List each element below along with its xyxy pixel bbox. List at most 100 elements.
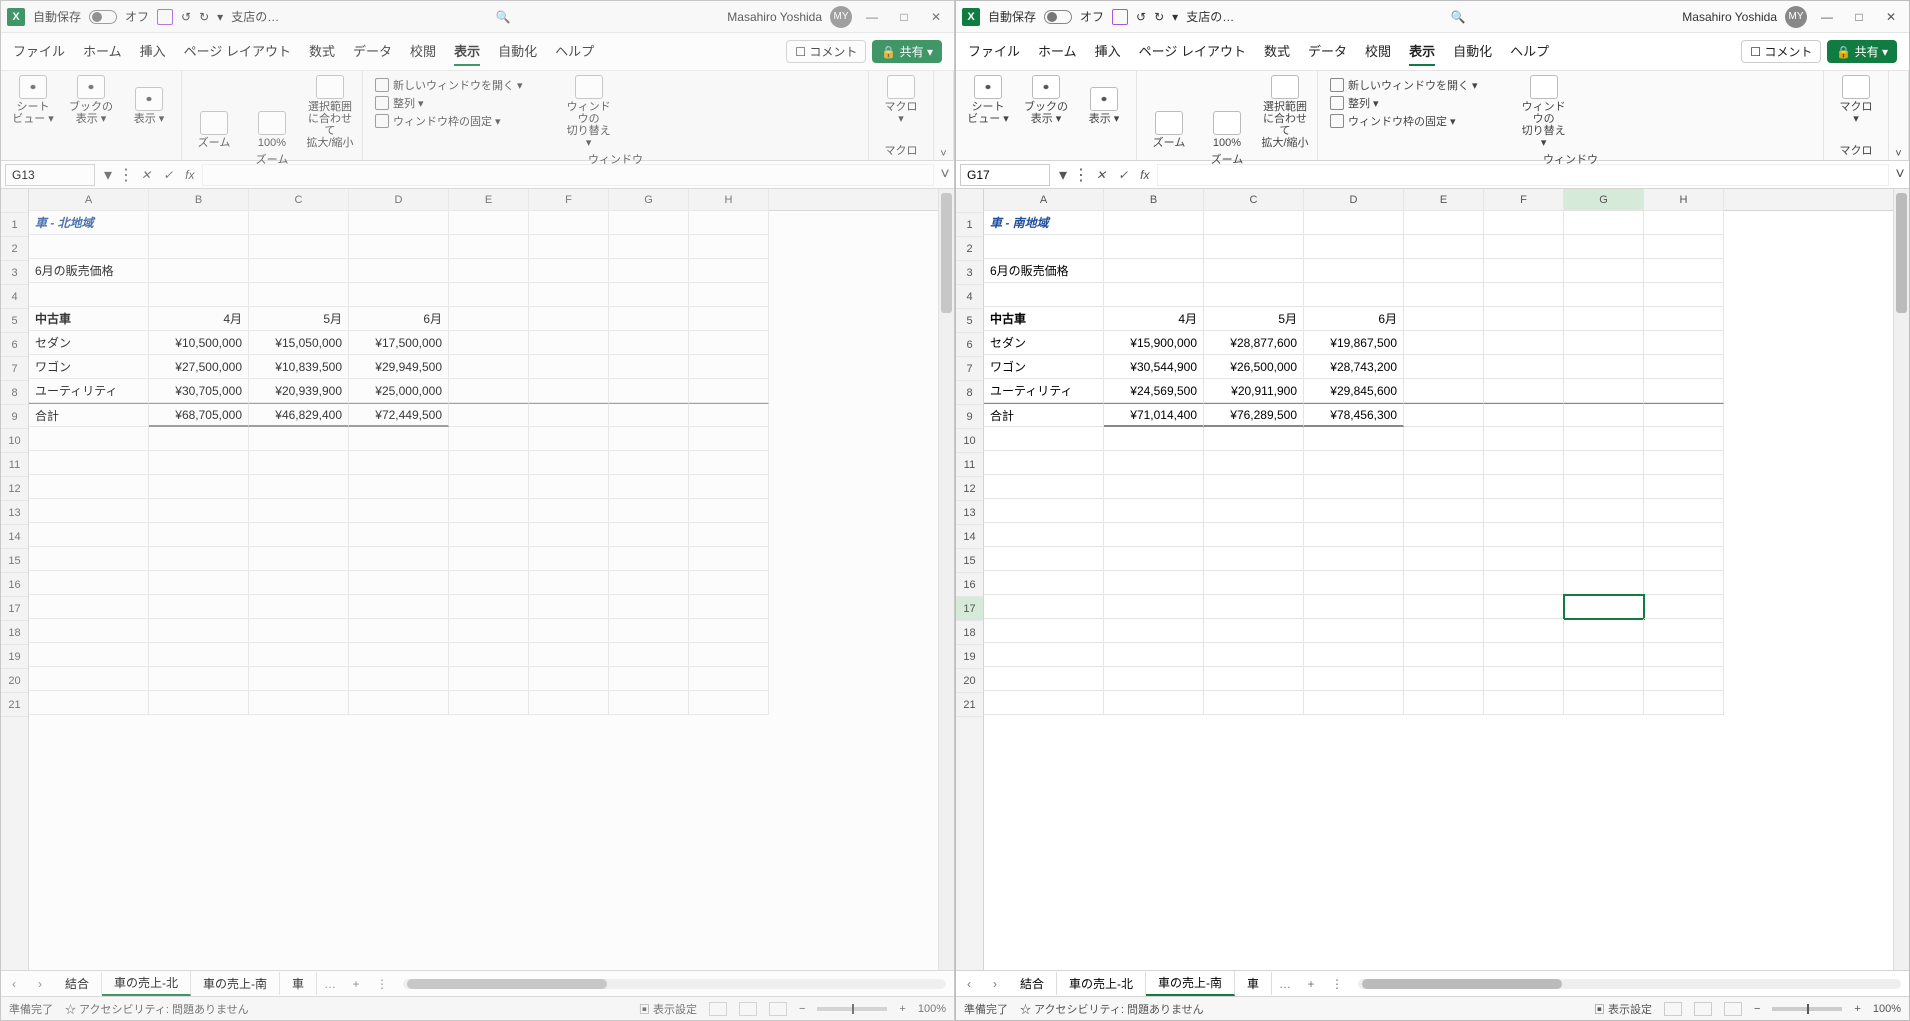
cell[interactable] (1404, 619, 1484, 643)
cell[interactable] (149, 211, 249, 235)
cell[interactable] (689, 523, 769, 547)
name-dropdown[interactable]: ▾ (1054, 165, 1072, 185)
cell[interactable] (1564, 211, 1644, 235)
cell[interactable] (1484, 547, 1564, 571)
row-header[interactable]: 10 (1, 429, 28, 453)
sheet-tab[interactable]: 車の売上-南 (191, 972, 280, 995)
cell[interactable] (1644, 667, 1724, 691)
cell[interactable] (349, 211, 449, 235)
cell[interactable]: ¥29,845,600 (1304, 379, 1404, 403)
cell[interactable] (449, 451, 529, 475)
cell[interactable]: ¥19,867,500 (1304, 331, 1404, 355)
row-header[interactable]: 18 (1, 621, 28, 645)
ribbon-collapse[interactable]: ˅ (1889, 71, 1909, 160)
cell[interactable] (1304, 259, 1404, 283)
col-header[interactable]: H (1644, 189, 1724, 211)
ribbon-tab[interactable]: 表示 (1409, 37, 1435, 66)
view-normal-icon[interactable] (709, 1002, 727, 1016)
avatar[interactable]: MY (830, 6, 852, 28)
cell[interactable] (1204, 475, 1304, 499)
col-header[interactable]: A (29, 189, 149, 211)
cell[interactable] (1304, 619, 1404, 643)
cell[interactable] (609, 643, 689, 667)
cell[interactable] (349, 235, 449, 259)
display-settings[interactable]: ▣ 表示設定 (639, 1001, 697, 1017)
cell[interactable] (29, 619, 149, 643)
zoom-slider[interactable] (1772, 1007, 1842, 1011)
cell[interactable] (29, 451, 149, 475)
name-box[interactable]: G13 (5, 164, 95, 186)
cell[interactable] (1644, 523, 1724, 547)
cell[interactable] (689, 235, 769, 259)
cell[interactable] (149, 451, 249, 475)
sheet-prev[interactable]: ‹ (1, 977, 27, 991)
formula-expand[interactable]: ˅ (1891, 166, 1909, 184)
cell[interactable] (1564, 475, 1644, 499)
cell[interactable] (609, 595, 689, 619)
vertical-scrollbar[interactable] (938, 189, 954, 970)
doc-title[interactable]: 支店の… (231, 8, 279, 25)
row-header[interactable]: 11 (956, 453, 983, 477)
cell[interactable] (449, 211, 529, 235)
cell[interactable] (689, 643, 769, 667)
cell[interactable] (609, 259, 689, 283)
comment-button[interactable]: ☐ コメント (1741, 40, 1821, 63)
cell[interactable]: 6月 (1304, 307, 1404, 331)
cell[interactable] (984, 691, 1104, 715)
cell[interactable] (1564, 307, 1644, 331)
cell[interactable] (609, 547, 689, 571)
cell[interactable] (689, 307, 769, 331)
col-header[interactable]: D (349, 189, 449, 211)
cell[interactable] (529, 355, 609, 379)
cell[interactable] (1104, 547, 1204, 571)
cell[interactable] (1104, 283, 1204, 307)
cell[interactable] (529, 379, 609, 403)
row-header[interactable]: 13 (1, 501, 28, 525)
vertical-scrollbar[interactable] (1893, 189, 1909, 970)
cell[interactable]: ¥15,900,000 (1104, 331, 1204, 355)
cell[interactable] (689, 211, 769, 235)
maximize-button[interactable]: □ (892, 10, 916, 24)
cell[interactable] (529, 547, 609, 571)
cell[interactable] (1644, 379, 1724, 403)
cancel-icon[interactable]: ✕ (135, 168, 157, 182)
ribbon-cmd[interactable]: シートビュー ▾ (962, 75, 1014, 125)
cell[interactable] (149, 595, 249, 619)
cell[interactable] (1644, 547, 1724, 571)
cell[interactable] (449, 259, 529, 283)
cell[interactable] (1564, 595, 1644, 619)
ribbon-tab[interactable]: ファイル (968, 37, 1020, 66)
row-header[interactable]: 15 (1, 549, 28, 573)
sheet-tab[interactable]: 車の売上-南 (1146, 971, 1235, 996)
cell[interactable]: ¥68,705,000 (149, 403, 249, 427)
cell[interactable] (529, 643, 609, 667)
cell[interactable] (249, 427, 349, 451)
cell[interactable]: ¥24,569,500 (1104, 379, 1204, 403)
cell[interactable]: ¥27,500,000 (149, 355, 249, 379)
ribbon-cmd[interactable]: 整列 ▾ (1330, 95, 1478, 111)
macro-cmd[interactable]: マクロ▾ (1830, 75, 1882, 125)
cell[interactable] (689, 691, 769, 715)
cell[interactable] (249, 283, 349, 307)
cell[interactable] (449, 643, 529, 667)
cell[interactable]: 6月 (349, 307, 449, 331)
cell[interactable] (529, 499, 609, 523)
cell[interactable] (29, 235, 149, 259)
cell[interactable] (1204, 595, 1304, 619)
cell[interactable] (349, 619, 449, 643)
cell[interactable] (1404, 427, 1484, 451)
cell[interactable] (1304, 595, 1404, 619)
cell[interactable]: セダン (29, 331, 149, 355)
autosave-toggle[interactable] (1044, 10, 1072, 24)
cell[interactable] (1564, 643, 1644, 667)
ribbon-tab[interactable]: ページ レイアウト (1139, 37, 1246, 66)
row-header[interactable]: 10 (956, 429, 983, 453)
cell[interactable] (1304, 451, 1404, 475)
col-header[interactable]: E (1404, 189, 1484, 211)
cell[interactable] (1104, 499, 1204, 523)
cell[interactable] (984, 595, 1104, 619)
cell[interactable] (689, 427, 769, 451)
cell[interactable]: セダン (984, 331, 1104, 355)
cell[interactable] (529, 211, 609, 235)
row-header[interactable]: 14 (1, 525, 28, 549)
